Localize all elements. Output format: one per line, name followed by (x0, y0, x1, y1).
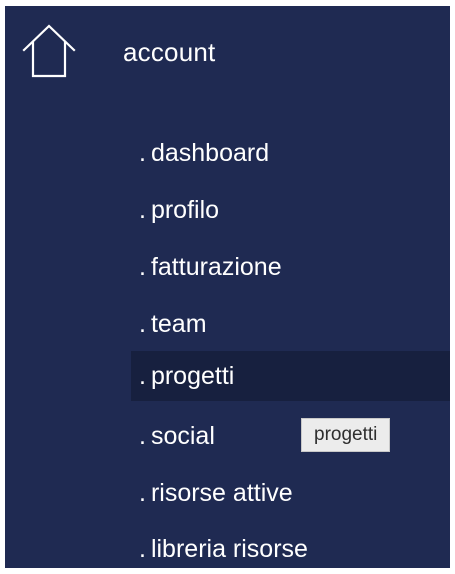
menu-item-bullet: . (139, 138, 146, 167)
menu-item-progetti[interactable]: . progetti (131, 351, 450, 401)
menu-item-fatturazione[interactable]: . fatturazione (131, 242, 450, 292)
account-menu: . dashboard . profilo . fatturazione . t… (5, 6, 450, 568)
menu-item-label: risorse attive (150, 478, 293, 507)
menu-item-bullet: . (139, 361, 146, 390)
menu-item-profilo[interactable]: . profilo (131, 185, 450, 235)
menu-item-dashboard[interactable]: . dashboard (131, 128, 450, 178)
menu-item-label: libreria risorse (150, 534, 308, 563)
menu-item-bullet: . (139, 478, 146, 507)
menu-item-label: social (150, 421, 215, 450)
menu-item-bullet: . (139, 534, 146, 563)
account-sidebar: account . dashboard . profilo . fatturaz… (5, 6, 450, 568)
menu-item-label: fatturazione (150, 252, 282, 281)
menu-item-bullet: . (139, 252, 146, 281)
menu-item-bullet: . (139, 421, 146, 450)
menu-item-label: profilo (150, 195, 220, 224)
menu-item-team[interactable]: . team (131, 299, 450, 349)
menu-item-bullet: . (139, 309, 146, 338)
menu-item-risorse-attive[interactable]: . risorse attive (131, 468, 450, 518)
menu-item-label: dashboard (150, 138, 270, 167)
menu-item-libreria-risorse[interactable]: . libreria risorse (131, 524, 450, 574)
menu-item-label: progetti (150, 361, 235, 390)
menu-item-social[interactable]: . social (131, 411, 450, 461)
menu-item-bullet: . (139, 195, 146, 224)
menu-item-label: team (150, 309, 207, 338)
tooltip: progetti (301, 418, 391, 452)
